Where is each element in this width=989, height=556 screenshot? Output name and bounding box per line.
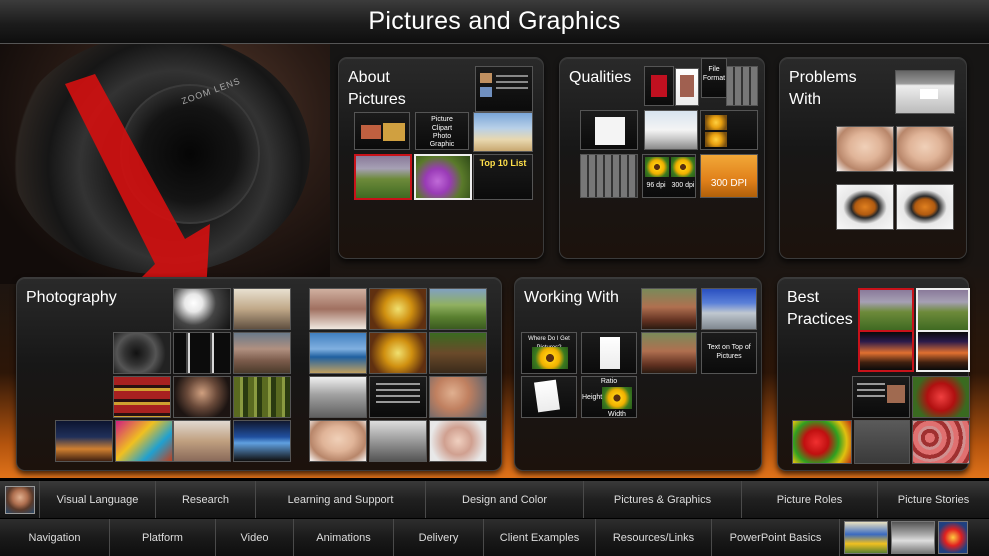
thumbnail [836, 184, 894, 230]
nav-powerpoint-basics[interactable]: PowerPoint Basics [712, 519, 840, 556]
nav-delivery[interactable]: Delivery [394, 519, 484, 556]
thumbnail: Where Do I Get Pictures? [521, 332, 577, 374]
nav-platform[interactable]: Platform [110, 519, 216, 556]
thumbnail [113, 376, 171, 418]
panel-best-practices[interactable]: Best Practices [777, 277, 970, 471]
nav-navigation[interactable]: Navigation [0, 519, 110, 556]
thumbnail: 300 DPI [700, 154, 758, 198]
thumbnail [309, 420, 367, 462]
nav-animations[interactable]: Animations [294, 519, 394, 556]
nav-bar-bottom: Navigation Platform Video Animations Del… [0, 519, 989, 556]
panel-qualities[interactable]: Qualities File Format 96 dpi 300 dpi 300… [559, 57, 765, 259]
nav-learning-and-support[interactable]: Learning and Support [256, 481, 426, 518]
thumbnail [521, 376, 577, 418]
thumbnail [354, 154, 412, 200]
thumbnail: Top 10 List [473, 154, 533, 200]
thumbnail [700, 110, 758, 150]
thumbnail [354, 112, 410, 150]
avatar[interactable] [0, 481, 40, 518]
panel-about-pictures[interactable]: About Pictures Picture Clipart Photo Gra… [338, 57, 544, 259]
nav-research[interactable]: Research [156, 481, 256, 518]
thumbnail [369, 288, 427, 330]
thumbnail [858, 330, 914, 372]
thumbnail [916, 288, 970, 332]
thumbnail [641, 288, 697, 330]
thumbnail: Text on Top of Pictures [701, 332, 757, 374]
page-title: Pictures and Graphics [368, 7, 621, 35]
thumbnail [473, 112, 533, 152]
thumbnail [852, 376, 910, 418]
nav-video[interactable]: Video [216, 519, 294, 556]
thumbnail [233, 332, 291, 374]
panel-photography[interactable]: Photography [16, 277, 502, 471]
thumbnail [115, 420, 173, 462]
thumbnail [641, 332, 697, 374]
thumbnail [581, 332, 637, 374]
thumbnail [475, 66, 533, 112]
thumbnail [369, 332, 427, 374]
nav-resources-links[interactable]: Resources/Links [596, 519, 712, 556]
thumbnail [854, 420, 910, 464]
nav-picture-stories[interactable]: Picture Stories [878, 481, 989, 518]
nav-thumbnail[interactable] [891, 521, 935, 554]
title-bar: Pictures and Graphics [0, 0, 989, 44]
panel-working-with[interactable]: Working With Where Do I Get Pictures? Te… [514, 277, 762, 471]
thumbnail [429, 376, 487, 418]
thumbnail [309, 376, 367, 418]
thumbnail [675, 68, 699, 106]
nav-pictures-graphics[interactable]: Pictures & Graphics [584, 481, 742, 518]
thumbnail: Picture Clipart Photo Graphic [415, 112, 469, 150]
nav-thumbnail[interactable] [938, 521, 968, 554]
panel-title: Problems With [789, 69, 857, 108]
thumbnail [429, 288, 487, 330]
thumbnail [836, 126, 894, 172]
nav-picture-roles[interactable]: Picture Roles [742, 481, 878, 518]
thumbnail [369, 420, 427, 462]
thumbnail [644, 110, 698, 150]
thumbnail [895, 70, 955, 114]
panel-title: Photography [26, 289, 117, 306]
panel-title: About Pictures [348, 69, 406, 108]
thumbnail [912, 420, 970, 464]
nav-bar-top: Visual Language Research Learning and Su… [0, 481, 989, 518]
thumbnail [580, 110, 638, 150]
nav-thumbnails [840, 519, 968, 556]
nav-client-examples[interactable]: Client Examples [484, 519, 596, 556]
presenter-photo [4, 485, 35, 514]
thumbnail [916, 330, 970, 372]
thumbnail [792, 420, 852, 464]
thumbnail [233, 376, 291, 418]
thumbnail [896, 126, 954, 172]
thumbnail [55, 420, 113, 462]
thumbnail [369, 376, 427, 418]
thumbnail [429, 332, 487, 374]
thumbnail [912, 376, 970, 418]
thumbnail: Ratio Height Width [581, 376, 637, 418]
slide-stage: ZOOM LENS Pictures and Graphics About Pi… [0, 0, 989, 478]
nav-visual-language[interactable]: Visual Language [40, 481, 156, 518]
panel-problems-with[interactable]: Problems With [779, 57, 967, 259]
thumbnail: 96 dpi 300 dpi [642, 154, 696, 198]
thumbnail [414, 154, 472, 200]
thumbnail [429, 420, 487, 462]
thumbnail [173, 332, 231, 374]
thumbnail [309, 332, 367, 374]
thumbnail [726, 66, 758, 106]
thumbnail [644, 66, 674, 106]
thumbnail [173, 288, 231, 330]
nav-thumbnail[interactable] [844, 521, 888, 554]
thumbnail: File Format [701, 58, 727, 98]
thumbnail [309, 288, 367, 330]
nav-design-and-color[interactable]: Design and Color [426, 481, 584, 518]
thumbnail [896, 184, 954, 230]
thumbnail [858, 288, 914, 332]
thumbnail [113, 332, 171, 374]
thumbnail [233, 288, 291, 330]
thumbnail [701, 288, 757, 330]
thumbnail [173, 420, 231, 462]
thumbnail [233, 420, 291, 462]
thumbnail [580, 154, 638, 198]
thumbnail [173, 376, 231, 418]
